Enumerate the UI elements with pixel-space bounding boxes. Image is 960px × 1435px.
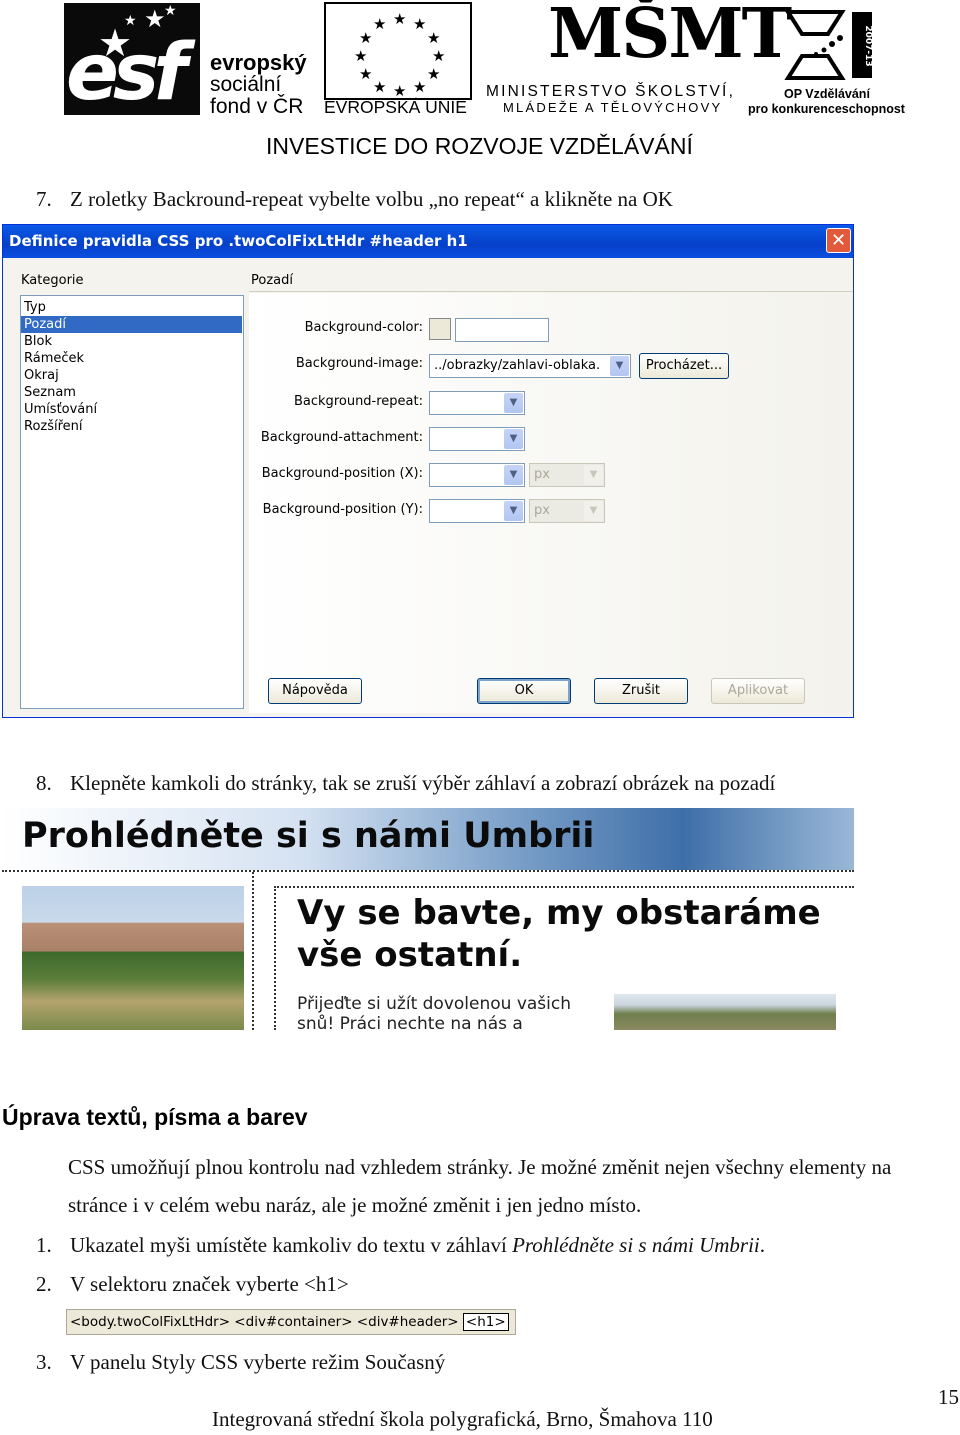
tag-selector-bar: <body.twoColFixLtHdr> <div#container> <d… — [66, 1309, 516, 1335]
chevron-down-icon[interactable]: ▼ — [504, 393, 523, 413]
close-icon[interactable]: ✕ — [826, 228, 851, 253]
background-color-label: Background-color: — [304, 320, 423, 335]
dialog-title: Definice pravidla CSS pro .twoColFixLtHd… — [3, 225, 853, 258]
step-3: 3. V panelu Styly CSS vyberte režim Souča… — [36, 1350, 446, 1374]
msmt-logo: MŠMT — [548, 0, 792, 74]
star-icon: ★ — [427, 65, 441, 83]
content-top-border — [274, 886, 854, 888]
msmt-caption-1: MINISTERSTVO ŠKOLSTVÍ, — [486, 83, 736, 100]
ok-button[interactable]: OK — [477, 678, 571, 704]
category-item-typ[interactable]: Typ — [21, 299, 242, 316]
chevron-down-icon[interactable]: ▼ — [504, 501, 523, 521]
site-header: Prohlédněte si s námi Umbrii — [2, 808, 854, 870]
position-x-unit-select: px ▼ — [529, 463, 605, 487]
eu-flag-logo: ★ ★ ★ ★ ★ ★ ★ ★ ★ ★ ★ ★ — [324, 2, 472, 100]
op-years: 2007-13 — [863, 25, 873, 66]
msmt-caption-2: MLÁDEŽE A TĚLOVÝCHOVY — [503, 100, 723, 115]
content-left-border — [274, 886, 276, 1030]
help-button[interactable]: Nápověda — [268, 678, 362, 704]
background-attachment-select[interactable]: ▼ — [429, 427, 525, 451]
esf-letters: esf — [66, 28, 187, 115]
star-icon: ★ — [413, 78, 427, 96]
background-repeat-label: Background-repeat: — [294, 394, 423, 409]
step-8: 8. Klepněte kamkoli do stránky, tak se zr… — [36, 771, 776, 795]
website-preview: Prohlédněte si s námi Umbrii Vy se bavte… — [2, 808, 854, 1030]
background-image-label: Background-image: — [295, 356, 423, 371]
position-y-unit-select: px ▼ — [529, 499, 605, 523]
tag-selector-path[interactable]: <body.twoColFixLtHdr> <div#container> <d… — [70, 1314, 459, 1330]
cancel-button[interactable]: Zrušit — [594, 678, 688, 704]
dialog-body: Kategorie Typ Pozadí Blok Rámeček Okraj … — [3, 258, 853, 717]
background-repeat-select[interactable]: ▼ — [429, 391, 525, 415]
star-icon: ★ — [354, 47, 368, 65]
star-icon: ★ — [427, 29, 441, 47]
site-paragraph: Přijeďte si užít dovolenou vašich snů! P… — [297, 994, 572, 1030]
category-item-okraj[interactable]: Okraj — [21, 367, 242, 384]
star-icon: ★ — [432, 47, 446, 65]
esf-caption: evropský sociální fond v ČR — [210, 50, 307, 118]
step-2: 2. V selektoru značek vyberte <h1> — [36, 1272, 349, 1296]
panel-separator — [249, 291, 853, 292]
browse-button[interactable]: Procházet... — [639, 353, 729, 379]
landscape-photo — [614, 994, 836, 1030]
category-item-rozsireni[interactable]: Rozšíření — [21, 418, 242, 435]
chevron-down-icon[interactable]: ▼ — [504, 429, 523, 449]
category-item-seznam[interactable]: Seznam — [21, 384, 242, 401]
footer-school: Integrovaná střední škola polygrafická, … — [212, 1407, 713, 1431]
step-7: 7. Z roletky Backround-repeat vybelte vol… — [36, 187, 673, 211]
background-position-x-label: Background-position (X): — [261, 466, 423, 481]
category-item-blok[interactable]: Blok — [21, 333, 242, 350]
chevron-down-icon[interactable]: ▼ — [610, 356, 629, 376]
category-item-umistovani[interactable]: Umísťování — [21, 401, 242, 418]
op-logo: 2007-13 — [784, 10, 873, 80]
star-icon: ★ — [359, 29, 373, 47]
background-position-x-select[interactable]: ▼ — [429, 463, 525, 487]
page-number: 15 — [938, 1385, 959, 1409]
css-rule-dialog: Definice pravidla CSS pro .twoColFixLtHd… — [2, 224, 854, 718]
star-icon: ★ — [413, 15, 427, 33]
color-picker-swatch[interactable] — [429, 318, 451, 340]
background-position-y-label: Background-position (Y): — [262, 502, 423, 517]
step-1: 1. Ukazatel myši umístěte kamkoliv do tex… — [36, 1233, 766, 1257]
category-item-ramecek[interactable]: Rámeček — [21, 350, 242, 367]
chevron-down-icon: ▼ — [584, 501, 603, 521]
tag-selector-h1[interactable]: <h1> — [462, 1313, 509, 1331]
site-headline: Vy se bavte, my obstaráme vše ostatní. — [297, 893, 821, 975]
star-icon: ★ — [164, 3, 177, 19]
background-position-y-select[interactable]: ▼ — [429, 499, 525, 523]
background-image-value: ../obrazky/zahlavi-oblaka. — [434, 358, 601, 373]
background-image-combo[interactable]: ../obrazky/zahlavi-oblaka. ▼ — [429, 354, 631, 378]
villa-garden-photo — [22, 886, 244, 1030]
sidebar-divider — [252, 872, 254, 1030]
section-intro: CSS umožňují plnou kontrolu nad vzhledem… — [68, 1155, 892, 1217]
panel-label: Pozadí — [251, 273, 293, 288]
star-icon: ★ — [373, 78, 387, 96]
chevron-down-icon[interactable]: ▼ — [504, 465, 523, 485]
tagline: INVESTICE DO ROZVOJE VZDĚLÁVÁNÍ — [266, 133, 693, 159]
background-attachment-label: Background-attachment: — [260, 430, 423, 445]
category-label: Kategorie — [21, 273, 84, 288]
esf-logo: ★ ★ ★ ★ esf — [64, 3, 200, 115]
category-list[interactable]: Typ Pozadí Blok Rámeček Okraj Seznam Umí… — [20, 295, 244, 709]
star-icon: ★ — [373, 15, 387, 33]
background-color-input[interactable] — [455, 318, 549, 342]
op-caption: OP Vzdělávání pro konkurenceschopnost — [748, 87, 905, 116]
apply-button: Aplikovat — [711, 678, 805, 704]
site-header-title[interactable]: Prohlédněte si s námi Umbrii — [22, 816, 594, 856]
eu-caption: EVROPSKÁ UNIE — [324, 97, 467, 117]
header-divider — [2, 870, 854, 872]
category-item-pozadi[interactable]: Pozadí — [21, 316, 242, 333]
section-title: Úprava textů, písma a barev — [2, 1104, 308, 1130]
star-icon: ★ — [393, 10, 407, 28]
chevron-down-icon: ▼ — [584, 465, 603, 485]
star-icon: ★ — [359, 65, 373, 83]
